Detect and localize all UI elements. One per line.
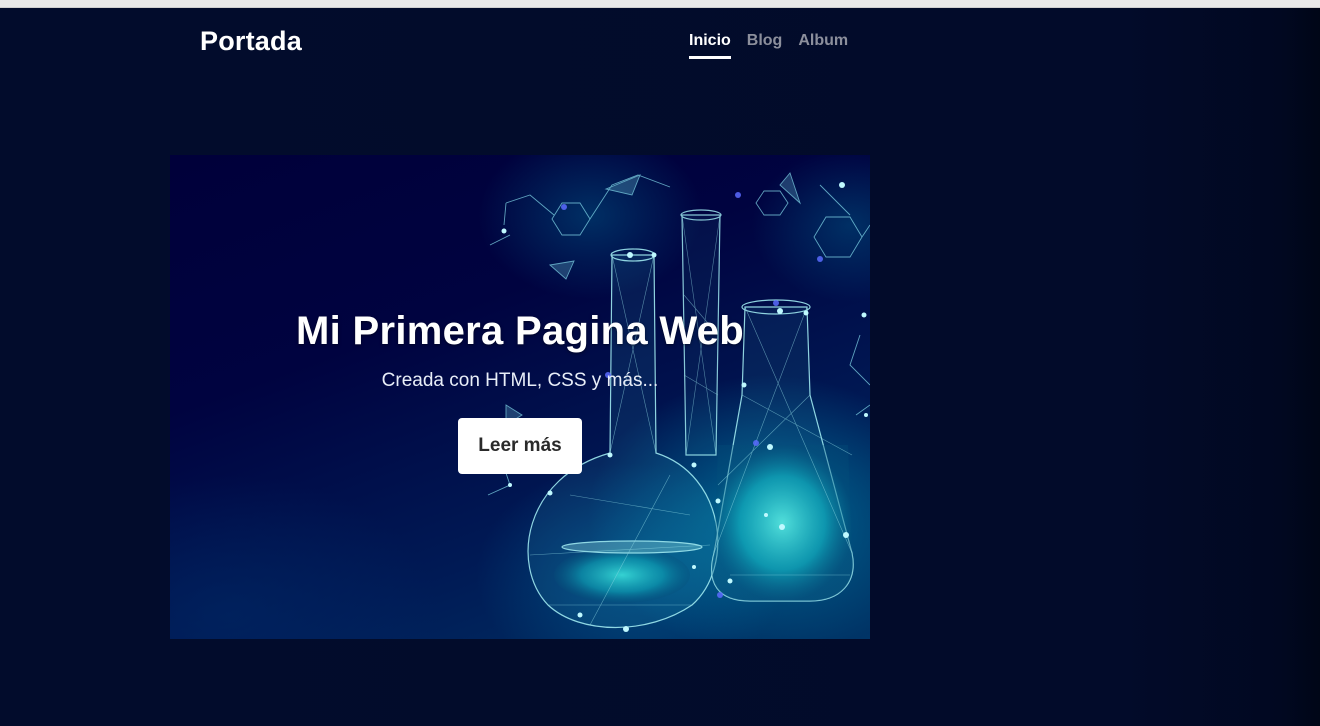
page: Portada Inicio Blog Album Mi Primera Pag… [0,8,1320,726]
nav-link-inicio[interactable]: Inicio [689,32,731,59]
nav-link-blog[interactable]: Blog [747,32,783,59]
hero-subtitle: Creada con HTML, CSS y más... [381,370,659,391]
main-nav: Inicio Blog Album [689,32,848,59]
hero-title: Mi Primera Pagina Web [296,309,744,353]
read-more-button[interactable]: Leer más [458,418,582,474]
lab-flasks-illustration [487,172,870,632]
browser-top-edge [0,0,1320,8]
brand-title[interactable]: Portada [200,26,302,57]
nav-link-album[interactable]: Album [798,32,848,59]
hero-banner: Mi Primera Pagina Web Creada con HTML, C… [170,155,870,639]
